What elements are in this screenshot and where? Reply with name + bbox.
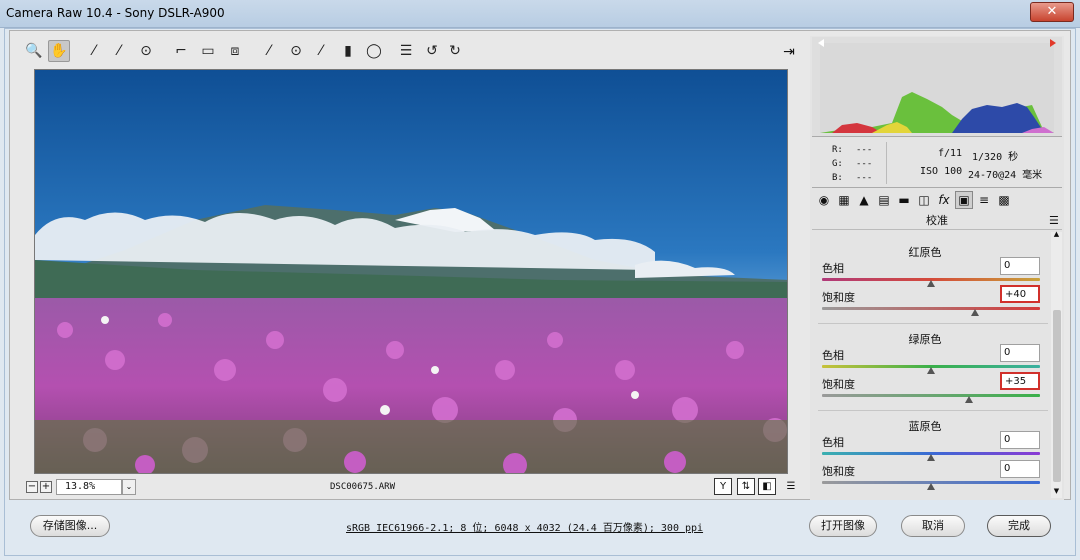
window-title: Camera Raw 10.4 - Sony DSLR-A900 <box>6 6 225 20</box>
done-button[interactable]: 完成 <box>987 515 1051 537</box>
targeted-adjustment-tool-icon[interactable]: ⊙ <box>135 40 157 62</box>
effects-tab-icon[interactable]: fx <box>935 191 953 209</box>
r-value: --- <box>856 145 873 155</box>
lens-corrections-tab-icon[interactable]: ◫ <box>915 191 933 209</box>
histogram-graph <box>818 39 1056 133</box>
filename-label: DSC00675.ARW <box>330 482 396 492</box>
workflow-options-link[interactable]: sRGB IEC61966-2.1; 8 位; 6048 x 4032 (24.… <box>346 519 703 534</box>
blue-hue-thumb[interactable] <box>927 454 935 461</box>
hand-tool-icon[interactable]: ✋ <box>48 40 70 62</box>
scroll-up-icon[interactable]: ▲ <box>1051 230 1062 240</box>
red-primary-title: 红原色 <box>908 246 942 259</box>
zoom-in-button[interactable]: + <box>40 481 52 493</box>
blue-hue-value[interactable]: 0 <box>1000 431 1040 449</box>
save-image-button[interactable]: 存储图像... <box>30 515 110 537</box>
image-preview[interactable] <box>34 69 788 474</box>
white-balance-tool-icon[interactable]: ⁄ <box>83 40 105 62</box>
default-settings-icon[interactable]: ☰ <box>782 478 800 495</box>
info-panel: R: --- G: --- B: --- f/11 1/320 秒 ISO 10… <box>812 140 1062 188</box>
transform-tool-icon[interactable]: ⧈ <box>224 40 246 62</box>
lens-info: 24-70@24 毫米 <box>968 170 1043 181</box>
red-saturation-slider[interactable] <box>822 307 1040 310</box>
iso: ISO 100 <box>920 166 963 177</box>
rotate-left-icon[interactable]: ↺ <box>421 40 443 62</box>
zoom-out-button[interactable]: − <box>26 481 38 493</box>
tone-curve-tab-icon[interactable]: ▦ <box>835 191 853 209</box>
red-saturation-label: 饱和度 <box>822 291 855 304</box>
red-hue-thumb[interactable] <box>927 280 935 287</box>
blue-saturation-label: 饱和度 <box>822 465 855 478</box>
zoom-level-field[interactable]: 13.8% <box>56 479 122 495</box>
hsl-tab-icon[interactable]: ▤ <box>875 191 893 209</box>
graduated-filter-icon[interactable]: ▮ <box>337 40 359 62</box>
crop-tool-icon[interactable]: ⌐ <box>170 40 192 62</box>
shutter-speed: 1/320 秒 <box>972 152 1019 163</box>
title-bar: Camera Raw 10.4 - Sony DSLR-A900 ✕ <box>0 0 1080 28</box>
split-toning-tab-icon[interactable]: ▬ <box>895 191 913 209</box>
red-hue-label: 色相 <box>822 262 844 275</box>
color-sampler-tool-icon[interactable]: ⁄ <box>108 40 130 62</box>
red-saturation-thumb[interactable] <box>970 309 979 316</box>
red-eye-tool-icon[interactable]: ⊙ <box>285 40 307 62</box>
r-label: R: <box>832 145 843 155</box>
cancel-button[interactable]: 取消 <box>901 515 965 537</box>
scrollbar-thumb[interactable] <box>1053 310 1061 482</box>
green-hue-thumb[interactable] <box>927 367 935 374</box>
adjustment-brush-icon[interactable]: ⁄ <box>310 40 332 62</box>
landscape-photo <box>35 70 787 473</box>
b-value: --- <box>856 173 873 183</box>
rotate-right-icon[interactable]: ↻ <box>444 40 466 62</box>
divider <box>818 323 1048 324</box>
straighten-tool-icon[interactable]: ▭ <box>197 40 219 62</box>
green-hue-value[interactable]: 0 <box>1000 344 1040 362</box>
toolbar: 🔍 ✋ ⁄ ⁄ ⊙ ⌐ ▭ ⧈ ⁄ ⊙ ⁄ ▮ ◯ ☰ ↺ ↻ <box>20 40 800 66</box>
scroll-down-icon[interactable]: ▼ <box>1051 487 1062 497</box>
info-divider <box>886 142 887 184</box>
presets-tab-icon[interactable]: ≡ <box>975 191 993 209</box>
open-image-button[interactable]: 打开图像 <box>809 515 877 537</box>
blue-primary-title: 蓝原色 <box>908 420 942 433</box>
zoom-dropdown-icon[interactable]: ⌄ <box>122 479 136 495</box>
green-saturation-label: 饱和度 <box>822 378 855 391</box>
panel-tabs: ◉ ▦ ▲ ▤ ▬ ◫ fx ▣ ≡ ▩ <box>812 191 1062 211</box>
red-hue-value[interactable]: 0 <box>1000 257 1040 275</box>
histogram <box>812 37 1062 137</box>
snapshots-tab-icon[interactable]: ▩ <box>995 191 1013 209</box>
panel-title: 校准 <box>812 212 1062 230</box>
copy-settings-icon[interactable]: ◧ <box>758 478 776 495</box>
panel-menu-icon[interactable]: ☰ <box>1049 214 1059 227</box>
green-saturation-thumb[interactable] <box>965 396 974 403</box>
g-value: --- <box>856 159 873 169</box>
preferences-icon[interactable]: ☰ <box>395 40 417 62</box>
calibration-tab-icon[interactable]: ▣ <box>955 191 973 209</box>
preview-bar: − + 13.8% ⌄ DSC00675.ARW Y ⇅ ◧ ☰ <box>20 478 810 498</box>
zoom-tool-icon[interactable]: 🔍 <box>23 40 45 62</box>
divider <box>818 410 1048 411</box>
blue-saturation-value[interactable]: 0 <box>1000 460 1040 478</box>
spot-removal-tool-icon[interactable]: ⁄ <box>258 40 280 62</box>
green-primary-title: 绿原色 <box>908 333 942 346</box>
blue-hue-label: 色相 <box>822 436 844 449</box>
radial-filter-icon[interactable]: ◯ <box>363 40 385 62</box>
before-after-toggle-icon[interactable]: Y <box>714 478 732 495</box>
blue-saturation-thumb[interactable] <box>927 483 935 490</box>
close-window-button[interactable]: ✕ <box>1030 2 1074 22</box>
green-hue-label: 色相 <box>822 349 844 362</box>
aperture: f/11 <box>938 148 963 159</box>
export-icon[interactable]: ⇥ <box>779 42 799 62</box>
green-saturation-slider[interactable] <box>822 394 1040 397</box>
swap-settings-icon[interactable]: ⇅ <box>737 478 755 495</box>
red-saturation-value[interactable]: +40 <box>1000 285 1040 303</box>
detail-tab-icon[interactable]: ▲ <box>855 191 873 209</box>
basic-tab-icon[interactable]: ◉ <box>815 191 833 209</box>
g-label: G: <box>832 159 843 169</box>
b-label: B: <box>832 173 843 183</box>
green-saturation-value[interactable]: +35 <box>1000 372 1040 390</box>
